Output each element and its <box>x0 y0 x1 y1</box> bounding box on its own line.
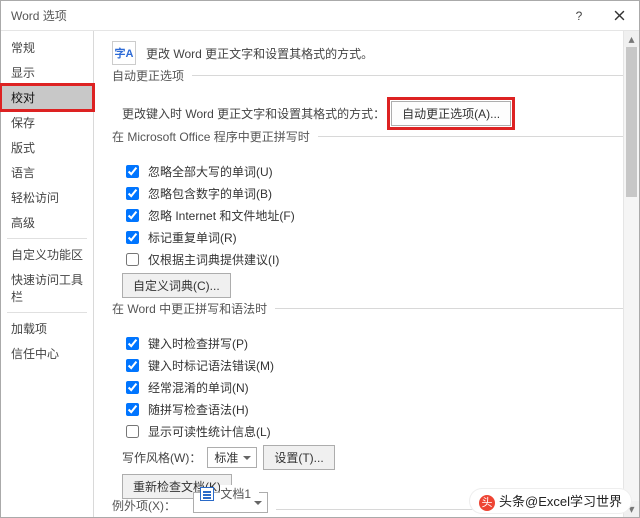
office-option-label: 忽略全部大写的单词(U) <box>148 163 273 180</box>
word-option-label: 键入时标记语法错误(M) <box>148 357 274 374</box>
sidebar-item-校对[interactable]: 校对 <box>1 85 93 110</box>
writing-style-select[interactable]: 标准 <box>207 447 257 468</box>
section-word-spelling: 在 Word 中更正拼写和语法时 <box>112 308 625 326</box>
office-option-checkbox[interactable] <box>126 231 139 244</box>
word-option-label: 经常混淆的单词(N) <box>148 379 249 396</box>
office-option-label: 忽略包含数字的单词(B) <box>148 185 272 202</box>
sidebar-item-常规[interactable]: 常规 <box>1 35 93 60</box>
word-option-row[interactable]: 键入时检查拼写(P) <box>122 334 625 353</box>
close-button[interactable] <box>599 1 639 31</box>
word-option-checkbox[interactable] <box>126 381 139 394</box>
writing-style-label: 写作风格(W)： <box>122 449 201 466</box>
word-option-checkbox[interactable] <box>126 403 139 416</box>
close-icon <box>614 10 625 21</box>
window-title: Word 选项 <box>11 7 559 24</box>
exceptions-doc-select[interactable]: 文档1 <box>193 492 268 513</box>
word-option-row[interactable]: 随拼写检查语法(H) <box>122 400 625 419</box>
office-option-row[interactable]: 标记重复单词(R) <box>122 228 625 247</box>
office-option-label: 忽略 Internet 和文件地址(F) <box>148 207 295 224</box>
header-text: 更改 Word 更正文字和设置其格式的方式。 <box>146 45 373 62</box>
content-pane: 字A 更改 Word 更正文字和设置其格式的方式。 自动更正选项 更改键入时 W… <box>94 31 639 517</box>
sidebar: 常规显示校对保存版式语言轻松访问高级自定义功能区快速访问工具栏加载项信任中心 <box>1 31 94 517</box>
watermark: 头头条@Excel学习世界 <box>469 488 632 514</box>
sidebar-item-高级[interactable]: 高级 <box>1 210 93 235</box>
header-icon: 字A <box>112 41 136 65</box>
sidebar-item-轻松访问[interactable]: 轻松访问 <box>1 185 93 210</box>
custom-dictionary-button[interactable]: 自定义词典(C)... <box>122 273 231 298</box>
office-option-checkbox[interactable] <box>126 165 139 178</box>
office-option-row[interactable]: 忽略 Internet 和文件地址(F) <box>122 206 625 225</box>
word-option-row[interactable]: 显示可读性统计信息(L) <box>122 422 625 441</box>
word-option-row[interactable]: 键入时标记语法错误(M) <box>122 356 625 375</box>
section-office-spelling: 在 Microsoft Office 程序中更正拼写时 <box>112 136 625 154</box>
word-option-label: 键入时检查拼写(P) <box>148 335 248 352</box>
office-option-label: 仅根据主词典提供建议(I) <box>148 251 279 268</box>
office-option-label: 标记重复单词(R) <box>148 229 237 246</box>
autocorrect-options-button[interactable]: 自动更正选项(A)... <box>391 101 511 126</box>
office-option-checkbox[interactable] <box>126 209 139 222</box>
settings-button[interactable]: 设置(T)... <box>263 445 334 470</box>
titlebar: Word 选项 ? <box>1 1 639 31</box>
sidebar-item-版式[interactable]: 版式 <box>1 135 93 160</box>
word-option-row[interactable]: 经常混淆的单词(N) <box>122 378 625 397</box>
scroll-up-icon[interactable]: ▴ <box>624 31 639 47</box>
exceptions-label: 例外项(X)： <box>112 499 184 513</box>
word-option-checkbox[interactable] <box>126 425 139 438</box>
word-option-label: 显示可读性统计信息(L) <box>148 423 271 440</box>
word-option-checkbox[interactable] <box>126 337 139 350</box>
office-option-checkbox[interactable] <box>126 187 139 200</box>
office-option-row[interactable]: 忽略包含数字的单词(B) <box>122 184 625 203</box>
vertical-scrollbar[interactable]: ▴ ▾ <box>623 31 639 517</box>
sidebar-item-保存[interactable]: 保存 <box>1 110 93 135</box>
autocorrect-desc: 更改键入时 Word 更正文字和设置其格式的方式： <box>122 105 385 122</box>
sidebar-item-显示[interactable]: 显示 <box>1 60 93 85</box>
document-icon <box>200 487 214 501</box>
word-option-label: 随拼写检查语法(H) <box>148 401 249 418</box>
sidebar-item-语言[interactable]: 语言 <box>1 160 93 185</box>
section-autocorrect: 自动更正选项 <box>112 75 625 93</box>
sidebar-item-加载项[interactable]: 加载项 <box>1 316 93 341</box>
watermark-logo-icon: 头 <box>479 495 495 511</box>
sidebar-item-信任中心[interactable]: 信任中心 <box>1 341 93 366</box>
office-option-row[interactable]: 仅根据主词典提供建议(I) <box>122 250 625 269</box>
office-option-checkbox[interactable] <box>126 253 139 266</box>
scroll-thumb[interactable] <box>626 47 637 197</box>
office-option-row[interactable]: 忽略全部大写的单词(U) <box>122 162 625 181</box>
sidebar-item-自定义功能区[interactable]: 自定义功能区 <box>1 242 93 267</box>
sidebar-item-快速访问工具栏[interactable]: 快速访问工具栏 <box>1 267 93 309</box>
word-option-checkbox[interactable] <box>126 359 139 372</box>
help-button[interactable]: ? <box>559 1 599 31</box>
